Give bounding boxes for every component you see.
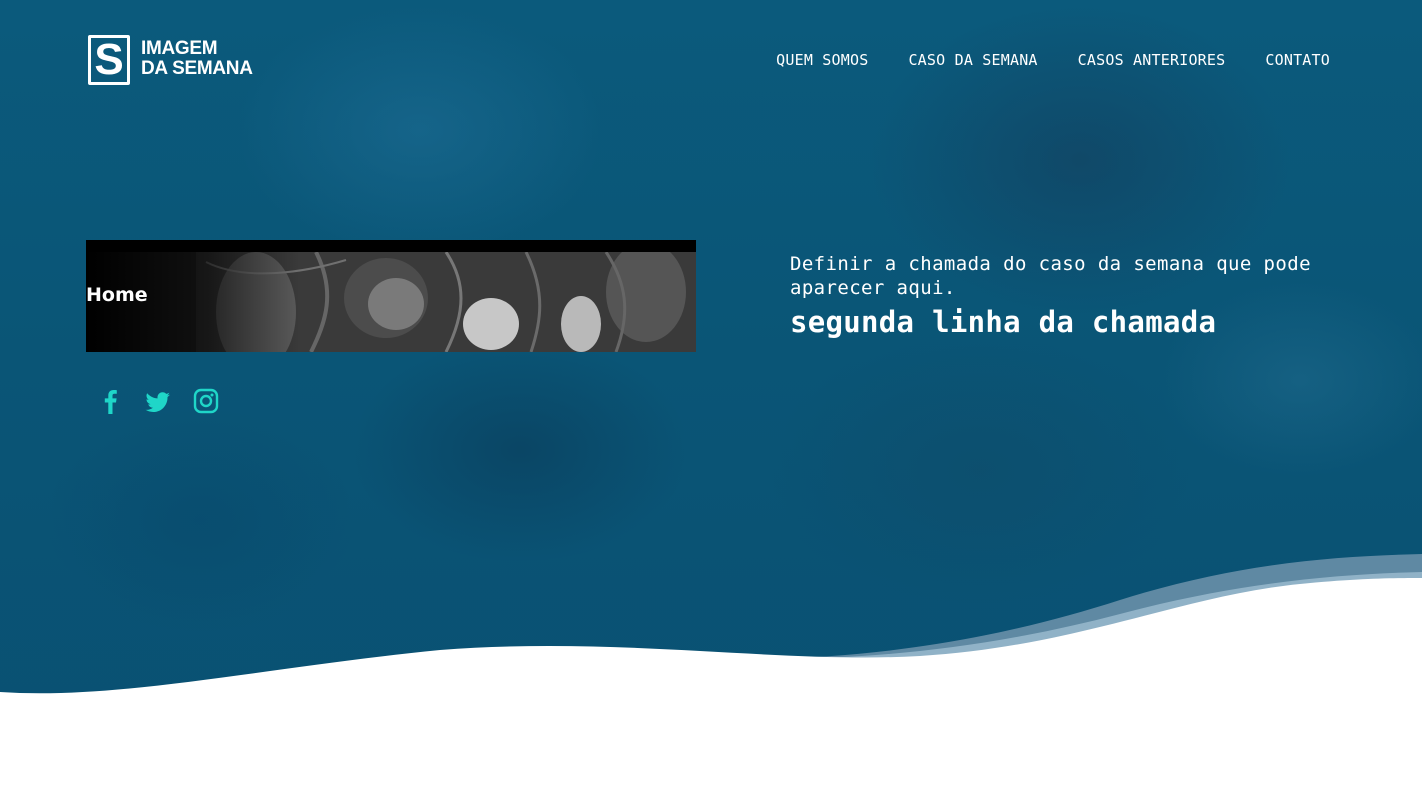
social-links (97, 386, 219, 416)
nav-quem-somos[interactable]: QUEM SOMOS (776, 49, 868, 71)
facebook-icon[interactable] (97, 386, 123, 416)
logo-line-2: DA SEMANA (141, 58, 253, 79)
case-image-banner[interactable]: Home (86, 240, 696, 352)
logo-wordmark: IMAGEM DA SEMANA (141, 39, 253, 79)
case-headline[interactable]: Definir a chamada do caso da semana que … (790, 252, 1350, 342)
headline-line-2: segunda linha da chamada (790, 305, 1217, 339)
nav-caso-da-semana[interactable]: CASO DA SEMANA (908, 49, 1037, 71)
twitter-icon[interactable] (145, 386, 171, 416)
nav-contato[interactable]: CONTATO (1265, 49, 1330, 71)
wave-divider (0, 554, 1422, 798)
nav-casos-anteriores[interactable]: CASOS ANTERIORES (1078, 49, 1226, 71)
headline-line-1: Definir a chamada do caso da semana que … (790, 253, 1311, 299)
logo-line-1: IMAGEM (141, 38, 218, 59)
logo-mark: S (88, 35, 130, 85)
instagram-icon[interactable] (193, 386, 219, 416)
banner-home-label: Home (86, 284, 148, 306)
site-logo[interactable]: S IMAGEM DA SEMANA (88, 34, 280, 88)
case-scan-image (86, 252, 696, 352)
logo-mark-letter: S (94, 35, 124, 84)
main-nav: QUEM SOMOS CASO DA SEMANA CASOS ANTERIOR… (776, 49, 1330, 71)
